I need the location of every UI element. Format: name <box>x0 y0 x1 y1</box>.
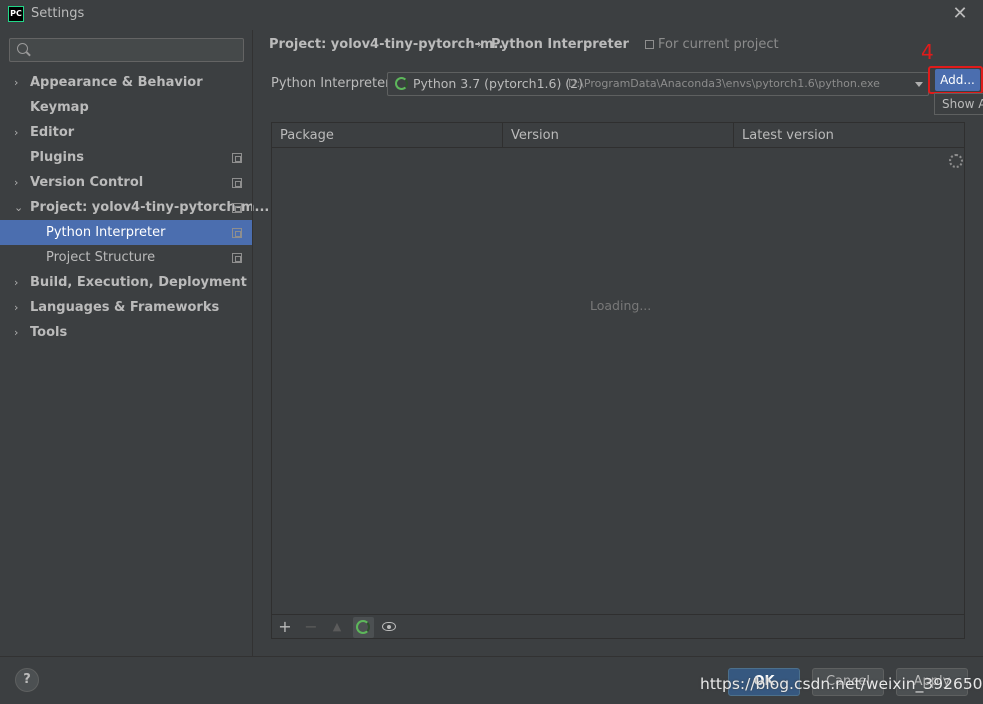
scope-label: For current project <box>658 37 779 52</box>
python-interpreter-icon <box>395 77 408 90</box>
sidebar-item-version-control[interactable]: › Version Control <box>0 170 252 195</box>
eye-icon[interactable] <box>382 622 396 631</box>
interpreter-label: Python Interpreter: <box>271 76 395 91</box>
table-toolbar: + − ▲ <box>272 614 964 638</box>
title-bar: PC Settings ✕ <box>0 0 983 30</box>
dropdown-arrow-icon <box>915 82 923 87</box>
close-icon[interactable]: ✕ <box>950 4 970 24</box>
sidebar-item-plugins[interactable]: Plugins <box>0 145 252 170</box>
copy-icon <box>232 153 242 163</box>
sidebar-divider[interactable] <box>252 30 253 656</box>
remove-package-icon[interactable]: − <box>301 617 321 637</box>
search-input[interactable] <box>34 41 234 59</box>
sidebar-item-label: Project Structure <box>46 250 156 265</box>
sidebar-item-label: Languages & Frameworks <box>30 300 220 315</box>
sidebar-item-label: Appearance & Behavior <box>30 75 203 90</box>
refresh-icon <box>356 620 370 634</box>
sidebar-item-tools[interactable]: › Tools <box>0 320 252 345</box>
column-header-latest-version[interactable]: Latest version <box>734 123 964 148</box>
refresh-button[interactable] <box>353 617 374 638</box>
sidebar-item-editor[interactable]: › Editor <box>0 120 252 145</box>
copy-icon <box>232 228 242 238</box>
sidebar-item-label: Version Control <box>30 175 144 190</box>
chevron-right-icon: › <box>14 301 19 314</box>
settings-window: PC Settings ✕ › Appearance & Behavior Ke… <box>0 0 983 704</box>
copy-icon <box>645 40 654 49</box>
page-title: Python Interpreter <box>491 37 629 52</box>
breadcrumb-separator: › <box>477 37 482 51</box>
breadcrumb-project[interactable]: Project: yolov4-tiny-pytorch-m... <box>269 37 508 52</box>
pycharm-logo-icon: PC <box>8 6 24 22</box>
copy-icon <box>232 203 242 213</box>
sidebar-item-project[interactable]: ⌄ Project: yolov4-tiny-pytorch-m... <box>0 195 269 220</box>
add-package-icon[interactable]: + <box>275 617 295 637</box>
column-header-version[interactable]: Version <box>503 123 734 148</box>
sidebar-item-build[interactable]: › Build, Execution, Deployment <box>0 270 252 295</box>
settings-search-field[interactable] <box>9 38 244 62</box>
chevron-right-icon: › <box>14 176 19 189</box>
chevron-down-icon: ⌄ <box>14 201 24 214</box>
table-header: Package Version Latest version <box>272 123 964 148</box>
sidebar-item-label: Python Interpreter <box>46 225 166 240</box>
footer-divider <box>0 656 983 657</box>
chevron-right-icon: › <box>14 76 19 89</box>
show-all-menu-item[interactable]: Show All... <box>934 93 983 115</box>
sidebar-item-label: Build, Execution, Deployment <box>30 275 247 290</box>
copy-icon <box>232 253 242 263</box>
window-title: Settings <box>31 6 85 21</box>
chevron-right-icon: › <box>14 276 19 289</box>
sidebar-item-label: Tools <box>30 325 68 340</box>
sidebar-item-python-interpreter[interactable]: Python Interpreter <box>0 220 252 245</box>
watermark-text: https://blog.csdn.net/weixin_39265048 <box>700 675 983 693</box>
column-header-package[interactable]: Package <box>272 123 503 148</box>
help-button[interactable]: ? <box>15 668 39 692</box>
upgrade-package-icon[interactable]: ▲ <box>327 617 347 637</box>
sidebar-item-label: Editor <box>30 125 75 140</box>
sidebar-item-appearance[interactable]: › Appearance & Behavior <box>0 70 252 95</box>
sidebar-item-languages[interactable]: › Languages & Frameworks <box>0 295 252 320</box>
settings-sidebar: › Appearance & Behavior Keymap › Editor … <box>0 30 269 656</box>
sidebar-item-keymap[interactable]: Keymap <box>0 95 252 120</box>
chevron-right-icon: › <box>14 126 19 139</box>
loading-status: Loading... <box>590 298 652 313</box>
sidebar-item-label: Keymap <box>30 100 89 115</box>
packages-table: Package Version Latest version Loading..… <box>271 122 965 639</box>
sidebar-item-project-structure[interactable]: Project Structure <box>0 245 252 270</box>
interpreter-path: D:\ProgramData\Anaconda3\envs\pytorch1.6… <box>568 77 880 90</box>
annotation-step-number: 4 <box>921 40 934 64</box>
search-icon <box>17 43 28 54</box>
loading-spinner-icon <box>949 154 963 168</box>
interpreter-dropdown[interactable]: Python 3.7 (pytorch1.6) (2) D:\ProgramDa… <box>387 72 929 96</box>
sidebar-item-label: Plugins <box>30 150 84 165</box>
table-body: Loading... <box>272 148 964 614</box>
copy-icon <box>232 178 242 188</box>
chevron-right-icon: › <box>14 326 19 339</box>
interpreter-name: Python 3.7 (pytorch1.6) (2) <box>413 76 584 91</box>
add-interpreter-button[interactable]: Add... <box>935 69 980 91</box>
